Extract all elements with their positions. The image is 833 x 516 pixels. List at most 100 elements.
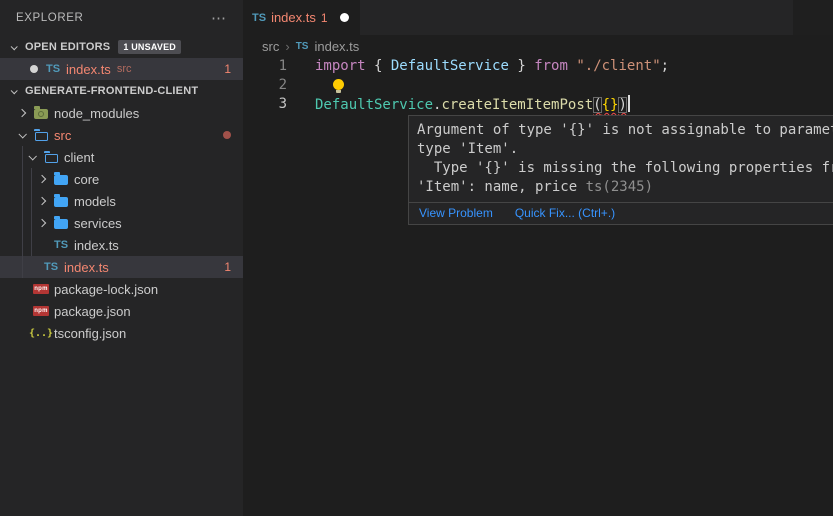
line-number: 1 — [243, 57, 287, 76]
error-message: Argument of type '{}' is not assignable … — [409, 116, 833, 202]
error-hover-widget: Argument of type '{}' is not assignable … — [408, 115, 833, 225]
error-message-line: Type '{}' is missing the following prope… — [417, 159, 833, 178]
token-service-name: DefaultService — [315, 97, 433, 113]
tree-item-tsconfig-json[interactable]: {..} tsconfig.json — [0, 322, 243, 344]
hover-actions: View Problem Quick Fix... (Ctrl+.) — [409, 202, 833, 224]
tree-item-label: tsconfig.json — [54, 326, 126, 341]
chevron-right-icon — [38, 197, 46, 205]
tree-item-services[interactable]: services — [0, 212, 243, 234]
typescript-icon: TS — [54, 239, 68, 251]
tree-item-label: package-lock.json — [54, 282, 158, 297]
tabbar-empty-region — [793, 0, 833, 35]
open-editors-label: OPEN EDITORS — [25, 41, 110, 53]
chevron-right-icon — [38, 175, 46, 183]
node-modules-folder-icon — [34, 109, 48, 119]
explorer-sidebar: EXPLORER ⋯ OPEN EDITORS 1 UNSAVED TS ind… — [0, 0, 243, 516]
text-cursor — [628, 95, 630, 112]
tree-item-client-index-ts[interactable]: TS index.ts — [0, 234, 243, 256]
tree-item-src[interactable]: src — [0, 124, 243, 146]
code-area[interactable]: 1 2 3 import { DefaultService } from "./… — [243, 57, 833, 117]
folder-icon — [54, 197, 68, 207]
tree-item-label: package.json — [54, 304, 131, 319]
indent-guide — [31, 168, 32, 256]
token-semicolon: ; — [661, 58, 669, 74]
tab-modified-dot-icon[interactable] — [340, 13, 349, 22]
token-empty-object-arg: {} — [602, 97, 619, 113]
line-number-active: 3 — [243, 95, 287, 114]
editor-group: TS index.ts 1 src › TS index.ts 1 2 3 im… — [243, 0, 833, 516]
workspace-header[interactable]: GENERATE-FRONTEND-CLIENT — [0, 80, 243, 102]
folder-problems-dot-icon — [223, 131, 231, 139]
problem-count-badge: 1 — [224, 62, 231, 76]
folder-icon — [54, 219, 68, 229]
indent-guide — [22, 146, 23, 278]
folder-open-icon — [45, 154, 58, 163]
folder-icon — [54, 175, 68, 185]
tree-item-label: services — [74, 216, 122, 231]
chevron-down-icon — [10, 87, 17, 94]
error-message-line: Argument of type '{}' is not assignable … — [417, 121, 833, 140]
tree-item-package-lock-json[interactable]: npm package-lock.json — [0, 278, 243, 300]
error-message-tail: 'Item': name, price — [417, 179, 586, 195]
problem-count-badge: 1 — [224, 260, 231, 274]
breadcrumb-folder[interactable]: src — [262, 39, 279, 54]
token-close-brace: } — [509, 58, 534, 74]
token-open-paren: ( — [593, 97, 601, 113]
error-source-code: ts(2345) — [586, 179, 653, 195]
chevron-down-icon — [10, 43, 17, 50]
tree-item-package-json[interactable]: npm package.json — [0, 300, 243, 322]
file-tree: node_modules src client core — [0, 102, 243, 344]
token-module-string: "./client" — [576, 58, 660, 74]
tree-item-label: core — [74, 172, 99, 187]
tab-index-ts[interactable]: TS index.ts 1 — [243, 0, 360, 35]
open-editor-file-detail: src — [117, 63, 132, 75]
breadcrumb-file[interactable]: index.ts — [314, 39, 359, 54]
token-import-name: DefaultService — [391, 58, 509, 74]
tree-item-src-index-ts[interactable]: TS index.ts 1 — [0, 256, 243, 278]
typescript-icon: TS — [296, 41, 309, 52]
quick-fix-link[interactable]: Quick Fix... (Ctrl+.) — [515, 206, 615, 220]
chevron-right-icon — [38, 219, 46, 227]
token-keyword-import: import — [315, 58, 374, 74]
tree-item-label: src — [54, 128, 71, 143]
token-close-paren: ) — [618, 97, 626, 113]
tab-problem-count: 1 — [321, 11, 328, 25]
open-editors-header[interactable]: OPEN EDITORS 1 UNSAVED — [0, 36, 243, 58]
view-problem-link[interactable]: View Problem — [419, 206, 493, 220]
chevron-right-icon: › — [285, 39, 289, 54]
npm-icon: npm — [33, 306, 49, 316]
error-squiggle-region: ({}) — [593, 97, 627, 113]
typescript-icon: TS — [44, 261, 58, 273]
token-keyword-from: from — [534, 58, 576, 74]
tree-item-client[interactable]: client — [0, 146, 243, 168]
tree-item-label: models — [74, 194, 116, 209]
tree-item-models[interactable]: models — [0, 190, 243, 212]
folder-open-icon — [35, 132, 48, 141]
json-braces-icon: {..} — [29, 328, 53, 339]
error-message-line: type 'Item'. — [417, 140, 833, 159]
open-editor-file-name: index.ts — [66, 62, 111, 77]
explorer-title: EXPLORER — [16, 12, 83, 24]
chevron-down-icon — [18, 130, 26, 138]
tree-item-node-modules[interactable]: node_modules — [0, 102, 243, 124]
token-open-brace: { — [374, 58, 391, 74]
typescript-icon: TS — [46, 63, 60, 75]
unsaved-badge: 1 UNSAVED — [118, 40, 181, 54]
tab-bar: TS index.ts 1 — [243, 0, 833, 35]
chevron-right-icon — [18, 109, 26, 117]
token-method-name: createItemItemPost — [441, 97, 593, 113]
tree-item-label: client — [64, 150, 94, 165]
tree-item-label: node_modules — [54, 106, 139, 121]
typescript-icon: TS — [252, 12, 266, 24]
chevron-down-icon — [28, 152, 36, 160]
workspace-label: GENERATE-FRONTEND-CLIENT — [25, 85, 198, 97]
tree-item-label: index.ts — [74, 238, 119, 253]
line-number: 2 — [243, 76, 287, 95]
npm-icon: npm — [33, 284, 49, 294]
code-line-1: import { DefaultService } from "./client… — [315, 57, 669, 76]
more-actions-icon[interactable]: ⋯ — [211, 9, 227, 27]
open-editor-item-index-ts[interactable]: TS index.ts src 1 — [0, 58, 243, 80]
tree-item-label: index.ts — [64, 260, 109, 275]
quick-fix-lightbulb-icon[interactable] — [333, 79, 344, 90]
tree-item-core[interactable]: core — [0, 168, 243, 190]
